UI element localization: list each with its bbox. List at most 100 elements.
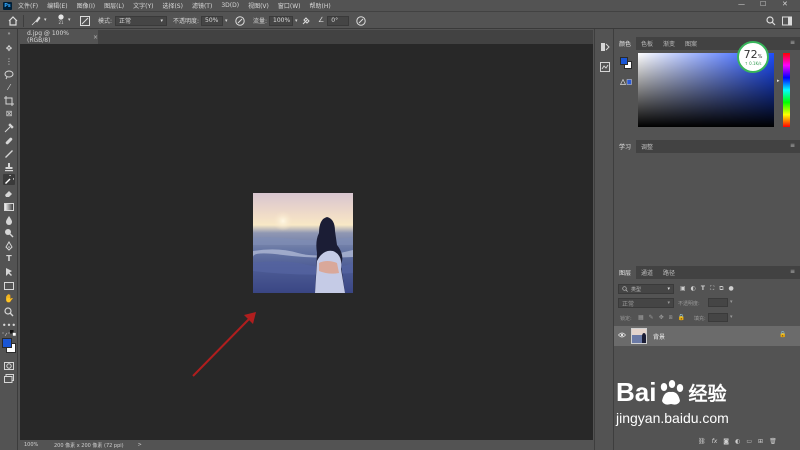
- default-colors-icon[interactable]: [10, 330, 17, 337]
- menu-view[interactable]: 视图(V): [248, 1, 269, 10]
- layer-name[interactable]: 背景: [653, 332, 665, 341]
- chevron-down-icon[interactable]: ▾: [730, 314, 733, 320]
- chevron-down-icon[interactable]: ▾: [295, 18, 298, 24]
- libraries-panel-icon[interactable]: [599, 61, 611, 73]
- quick-select-tool-icon[interactable]: ⁄: [3, 82, 15, 93]
- marquee-tool-icon[interactable]: ⋮: [3, 56, 15, 67]
- chevron-down-icon[interactable]: ▾: [44, 16, 47, 25]
- delete-layer-icon[interactable]: 🗑: [769, 438, 777, 445]
- close-tab-icon[interactable]: ×: [93, 34, 98, 41]
- filter-toggle-icon[interactable]: ●: [729, 285, 734, 293]
- maximize-button[interactable]: ☐: [760, 0, 766, 8]
- layer-row-background[interactable]: 背景 🔒: [614, 326, 800, 346]
- add-mask-icon[interactable]: ◙: [723, 438, 729, 445]
- path-selection-tool-icon[interactable]: [3, 266, 15, 277]
- panel-menu-icon[interactable]: ≡: [790, 142, 795, 149]
- menu-layer[interactable]: 图层(L): [104, 1, 124, 10]
- learn-panel-icon[interactable]: [599, 41, 611, 53]
- chevron-down-icon[interactable]: ▾: [225, 18, 228, 24]
- zoom-level[interactable]: 100%: [24, 442, 46, 448]
- mode-select[interactable]: 正常 ▾: [115, 15, 168, 26]
- filter-pixel-icon[interactable]: ▣: [680, 285, 686, 293]
- panel-menu-icon[interactable]: ≡: [790, 268, 795, 275]
- workspace-icon[interactable]: [782, 15, 792, 26]
- chevron-down-icon[interactable]: ▾: [730, 299, 733, 305]
- menu-edit[interactable]: 编辑(E): [47, 1, 67, 10]
- menu-filter[interactable]: 滤镜(T): [192, 1, 212, 10]
- brush-size-picker[interactable]: 21: [56, 14, 66, 25]
- layer-opacity-input[interactable]: [708, 298, 728, 307]
- lock-pixels-icon[interactable]: ✎: [649, 314, 654, 322]
- crop-tool-icon[interactable]: [3, 95, 15, 106]
- pressure-opacity-icon[interactable]: [235, 15, 245, 26]
- eraser-tool-icon[interactable]: [3, 187, 15, 198]
- history-brush-tool-icon[interactable]: [3, 174, 15, 185]
- pressure-size-icon[interactable]: [356, 15, 366, 26]
- close-button[interactable]: ✕: [782, 0, 788, 8]
- type-tool-icon[interactable]: T: [3, 253, 15, 264]
- menu-window[interactable]: 窗口(W): [278, 1, 301, 10]
- healing-brush-tool-icon[interactable]: [3, 135, 15, 146]
- status-menu-icon[interactable]: >: [138, 442, 142, 448]
- lock-transparent-icon[interactable]: ▦: [638, 314, 644, 322]
- filter-smart-object-icon[interactable]: ⧉: [719, 285, 723, 293]
- clone-stamp-tool-icon[interactable]: [3, 161, 15, 172]
- flow-input[interactable]: 100%: [269, 15, 294, 26]
- rectangle-tool-icon[interactable]: [3, 280, 15, 291]
- move-tool-icon[interactable]: ✥: [3, 43, 15, 54]
- new-layer-icon[interactable]: ⊞: [758, 438, 763, 445]
- pen-tool-icon[interactable]: [3, 240, 15, 251]
- tab-learn[interactable]: 学习: [614, 140, 637, 153]
- brush-tool-icon[interactable]: [3, 148, 15, 159]
- menu-help[interactable]: 帮助(H): [310, 1, 331, 10]
- tab-patterns[interactable]: 图案: [680, 37, 702, 50]
- lock-artboard-icon[interactable]: ⧈: [669, 314, 673, 322]
- blur-tool-icon[interactable]: [3, 214, 15, 225]
- foreground-color-swatch[interactable]: [2, 338, 12, 348]
- document-image[interactable]: [253, 193, 353, 293]
- tab-color[interactable]: 颜色: [614, 37, 637, 50]
- tab-layers[interactable]: 图层: [614, 266, 637, 279]
- tab-paths[interactable]: 路径: [658, 266, 680, 279]
- visibility-eye-icon[interactable]: [618, 332, 626, 338]
- layer-style-icon[interactable]: fx: [712, 438, 718, 445]
- lock-all-icon[interactable]: 🔒: [678, 314, 685, 322]
- link-layers-icon[interactable]: ⛓: [698, 438, 706, 445]
- swap-colors-icon[interactable]: [2, 331, 10, 337]
- home-icon[interactable]: [8, 15, 18, 26]
- zoom-tool-icon[interactable]: [3, 306, 15, 317]
- frame-tool-icon[interactable]: ⊠: [3, 108, 15, 119]
- gradient-tool-icon[interactable]: [3, 201, 15, 212]
- brush-panel-toggle-icon[interactable]: [80, 15, 90, 26]
- color-fg-swatch[interactable]: [620, 57, 628, 65]
- perf-monitor-widget[interactable]: 72 % ↑ 0.1K/s: [737, 41, 769, 73]
- hue-slider-handle-icon[interactable]: ▸: [777, 78, 780, 84]
- panel-menu-icon[interactable]: ≡: [790, 39, 795, 46]
- airbrush-icon[interactable]: [301, 15, 311, 26]
- filter-adjustment-icon[interactable]: ◐: [691, 285, 696, 293]
- dodge-tool-icon[interactable]: [3, 227, 15, 238]
- menu-file[interactable]: 文件(F): [18, 1, 38, 10]
- menu-select[interactable]: 选择(S): [162, 1, 183, 10]
- tab-swatches[interactable]: 色板: [636, 37, 658, 50]
- screen-mode-icon[interactable]: [3, 373, 15, 384]
- chevron-down-icon[interactable]: ▾: [68, 15, 71, 26]
- new-adjustment-icon[interactable]: ◐: [735, 438, 740, 445]
- menu-3d[interactable]: 3D(D): [221, 2, 239, 9]
- hue-slider[interactable]: [783, 53, 790, 127]
- blend-mode-select[interactable]: 正常 ▾: [618, 298, 674, 308]
- angle-input[interactable]: 0°: [327, 15, 350, 26]
- tab-channels[interactable]: 通道: [636, 266, 658, 279]
- new-group-icon[interactable]: ▭: [746, 438, 752, 445]
- brush-preset-icon[interactable]: ▾: [30, 15, 47, 26]
- menu-image[interactable]: 图像(I): [77, 1, 95, 10]
- menu-type[interactable]: 文字(Y): [133, 1, 153, 10]
- document-tab[interactable]: d.jpg @ 100%(RGB/8) ×: [20, 30, 98, 44]
- eyedropper-tool-icon[interactable]: [3, 122, 15, 133]
- hand-tool-icon[interactable]: ✋: [3, 293, 15, 304]
- filter-shape-icon[interactable]: ⛶: [710, 285, 714, 293]
- lasso-tool-icon[interactable]: [3, 69, 15, 80]
- canvas-area[interactable]: [20, 44, 593, 440]
- tab-gradients[interactable]: 渐变: [658, 37, 680, 50]
- quick-mask-icon[interactable]: [3, 360, 15, 371]
